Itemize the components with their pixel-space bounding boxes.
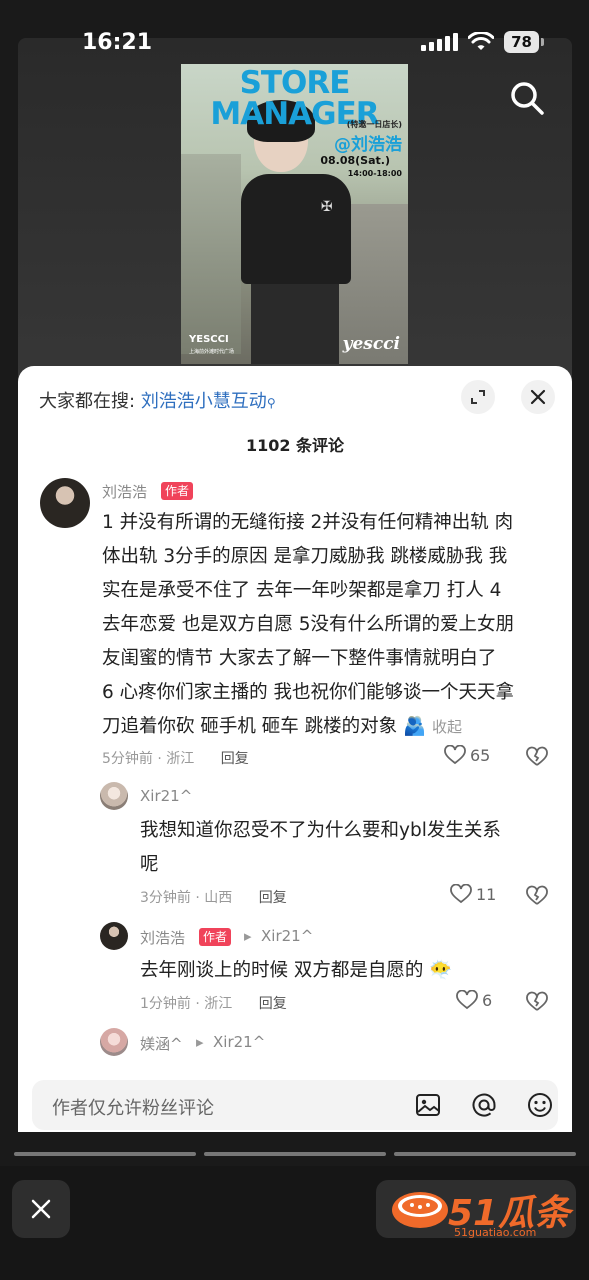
avatar[interactable] <box>100 782 128 810</box>
comment-username[interactable]: Xir21^ <box>140 787 192 805</box>
trending-search-prefix: 大家都在搜: <box>39 391 136 412</box>
broken-heart-icon[interactable] <box>526 746 548 768</box>
poster-tag: @刘浩浩 <box>334 135 402 155</box>
status-icons: 78 <box>421 31 544 53</box>
like-button[interactable]: 65 <box>444 745 490 765</box>
emoji-icon[interactable] <box>526 1091 554 1119</box>
cellular-signal-icon <box>421 33 459 51</box>
broken-heart-icon[interactable] <box>526 991 548 1013</box>
heart-icon <box>456 990 478 1010</box>
comment-input[interactable]: 作者仅允许粉丝评论 <box>32 1080 558 1130</box>
poster-script-logo: yescci <box>342 334 400 354</box>
comment-username[interactable]: 媄涵^ <box>140 1033 183 1054</box>
progress-segment <box>394 1152 576 1156</box>
progress-segment <box>204 1152 386 1156</box>
like-button[interactable]: 11 <box>450 884 496 904</box>
comment-time-location: 5分钟前 · 浙江 <box>102 751 195 767</box>
poster-time: 14:00-18:00 <box>347 169 402 178</box>
avatar[interactable] <box>40 478 90 528</box>
like-count: 65 <box>470 745 491 765</box>
comment-line: 刀追着你砍 砸手机 砸车 跳楼的对象 <box>102 716 398 737</box>
comment-line: 实在是承受不住了 去年一年吵架都是拿刀 打人 4 <box>102 580 502 601</box>
person-legs <box>251 274 339 364</box>
comment-line: 友闺蜜的情节 大家去了解一下整件事情就明白了 <box>102 648 497 669</box>
like-count: 11 <box>476 884 497 904</box>
heart-icon <box>450 884 472 904</box>
hug-emoji: 🫂 <box>403 716 427 737</box>
battery-indicator: 78 <box>504 31 544 53</box>
comment-username[interactable]: 刘浩浩 <box>102 481 147 502</box>
author-badge: 作者 <box>199 928 232 946</box>
shirt-logo: ✠ <box>321 199 333 215</box>
heart-icon <box>444 745 466 765</box>
mention-icon[interactable] <box>470 1091 498 1119</box>
status-bar: 16:21 78 <box>0 0 589 70</box>
wifi-icon <box>468 32 495 50</box>
comment-meta: 1分钟前 · 浙江 回复 <box>140 993 287 1013</box>
comment-count: 1102 条评论 <box>245 436 345 455</box>
reply-to-username[interactable]: Xir21^ <box>261 927 313 945</box>
screen: 16:21 78 ✠ STORE MANAGER (特邀一日店长) @刘浩浩 0 <box>0 0 589 1280</box>
comment-username[interactable]: 刘浩浩 <box>140 927 185 948</box>
expand-icon <box>471 390 485 404</box>
image-icon[interactable] <box>414 1091 442 1119</box>
poster-building <box>181 154 241 354</box>
poster-date: 08.08(Sat.) <box>320 154 390 167</box>
melon-logo-icon <box>392 1192 448 1228</box>
progress-segment <box>14 1152 196 1156</box>
avatar[interactable] <box>100 1028 128 1056</box>
comment-time-location: 3分钟前 · 山西 <box>140 890 233 906</box>
comment-line: 我想知道你忍受不了为什么要和ybl发生关系 <box>140 820 501 841</box>
expand-button[interactable] <box>461 380 495 414</box>
search-small-icon: ⚲ <box>266 396 276 410</box>
poster-brand-sub: 上海前外滩时代广场 <box>189 349 235 355</box>
like-button[interactable]: 6 <box>456 990 492 1010</box>
comment-sheet: 大家都在搜: 刘浩浩小慧互动⚲ 1102 条评论 刘浩浩 作者 1 并没有所谓的… <box>18 366 572 1132</box>
comment-line-last: 刀追着你砍 砸手机 砸车 跳楼的对象 🫂 收起 <box>102 710 562 744</box>
cloud-face-emoji: 😶‍🌫️ <box>429 960 453 981</box>
video-poster[interactable]: ✠ STORE MANAGER (特邀一日店长) @刘浩浩 08.08(Sat.… <box>181 64 408 364</box>
gallery-progress <box>14 1152 576 1156</box>
comment-text: 我想知道你忍受不了为什么要和ybl发生关系 呢 <box>140 814 560 882</box>
comment-input-placeholder: 作者仅允许粉丝评论 <box>52 1098 214 1119</box>
reply-arrow-icon: ▸ <box>196 1033 204 1051</box>
watermark: 51瓜条 51guatiao.com <box>388 1180 578 1240</box>
reply-button[interactable]: 回复 <box>259 996 287 1012</box>
poster-brand: YESCCI <box>189 334 229 345</box>
close-icon <box>31 1199 51 1219</box>
close-icon <box>530 389 546 405</box>
comment-meta: 5分钟前 · 浙江 回复 <box>102 748 249 768</box>
comment-line: 去年刚谈上的时候 双方都是自愿的 <box>140 960 424 981</box>
like-count: 6 <box>482 990 493 1010</box>
comment-text: 去年刚谈上的时候 双方都是自愿的 😶‍🌫️ <box>140 954 560 988</box>
comment-meta: 3分钟前 · 山西 回复 <box>140 887 287 907</box>
reply-arrow-icon: ▸ <box>244 927 252 945</box>
comment-text: 1 并没有所谓的无缝衔接 2并没有任何精神出轨 肉 体出轨 3分手的原因 是拿刀… <box>102 506 562 744</box>
poster-subtitle: (特邀一日店长) <box>346 120 402 129</box>
close-sheet-button[interactable] <box>521 380 555 414</box>
comment-line: 1 并没有所谓的无缝衔接 2并没有任何精神出轨 肉 <box>102 512 514 533</box>
reply-to-username[interactable]: Xir21^ <box>213 1033 265 1051</box>
avatar[interactable] <box>100 922 128 950</box>
person-body <box>241 174 351 284</box>
author-badge: 作者 <box>161 482 194 500</box>
broken-heart-icon[interactable] <box>526 885 548 907</box>
status-time: 16:21 <box>82 30 153 55</box>
watermark-url: 51guatiao.com <box>454 1226 537 1239</box>
collapse-link[interactable]: 收起 <box>432 718 462 736</box>
close-viewer-button[interactable] <box>12 1180 70 1238</box>
comment-line: 体出轨 3分手的原因 是拿刀威胁我 跳楼威胁我 我 <box>102 546 508 567</box>
trending-search[interactable]: 大家都在搜: 刘浩浩小慧互动⚲ <box>39 387 276 413</box>
comment-line: 6 心疼你们家主播的 我也祝你们能够谈一个天天拿 <box>102 682 515 703</box>
comment-time-location: 1分钟前 · 浙江 <box>140 996 233 1012</box>
reply-button[interactable]: 回复 <box>259 890 287 906</box>
comment-line: 呢 <box>140 854 159 875</box>
trending-search-keyword[interactable]: 刘浩浩小慧互动 <box>141 391 267 412</box>
search-icon[interactable] <box>507 78 547 118</box>
reply-button[interactable]: 回复 <box>221 751 249 767</box>
comment-line: 去年恋爱 也是双方自愿 5没有什么所谓的爱上女朋 <box>102 614 515 635</box>
